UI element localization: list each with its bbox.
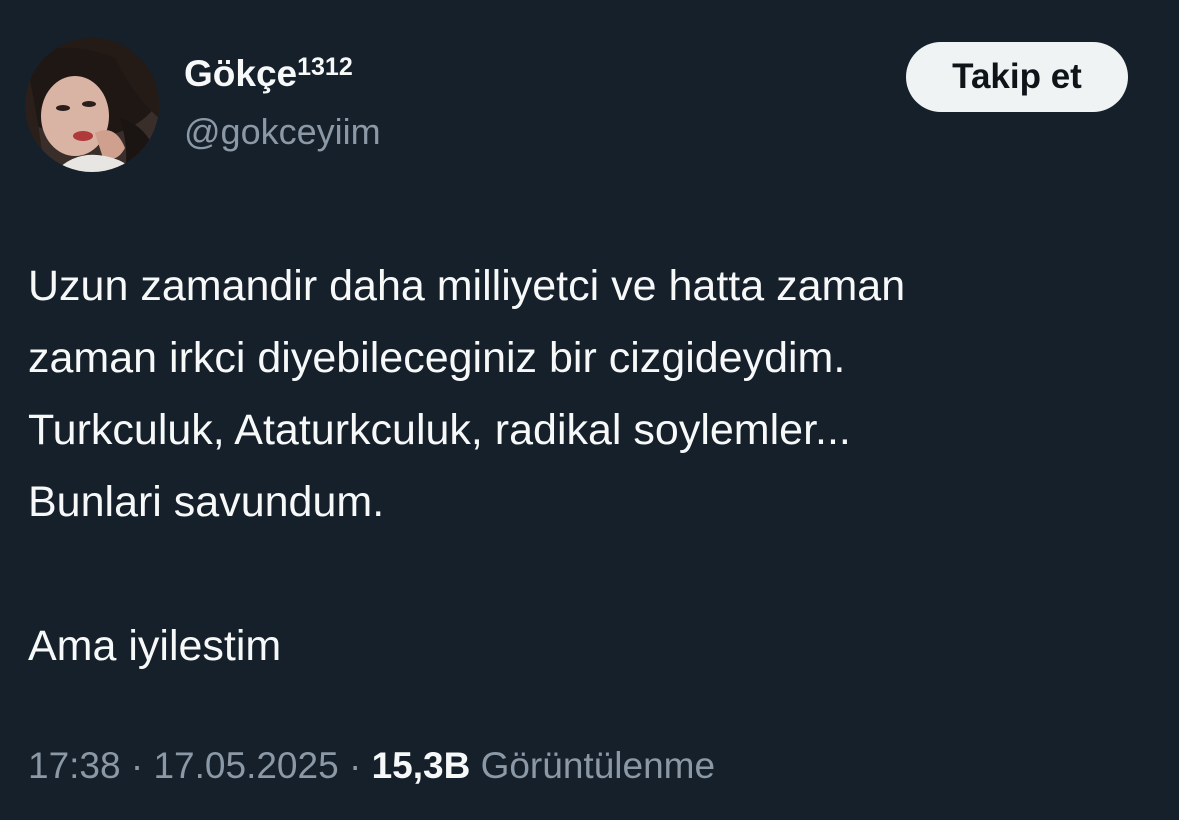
display-name-suffix: 1312: [297, 53, 353, 81]
avatar[interactable]: [25, 38, 159, 172]
tweet-date[interactable]: 17.05.2025: [153, 745, 338, 786]
tweet-text: Uzun zamandir daha milliyetci ve hatta z…: [28, 262, 906, 670]
display-name-text: Gökçe: [184, 53, 298, 94]
views-count[interactable]: 15,3B: [372, 745, 471, 786]
display-name[interactable]: Gökçe1312: [184, 52, 353, 100]
follow-button[interactable]: Takip et: [906, 42, 1128, 112]
meta-separator: ·: [130, 745, 144, 786]
user-handle[interactable]: @gokceyiim: [184, 110, 381, 154]
meta-separator: ·: [348, 745, 362, 786]
views-label[interactable]: Görüntülenme: [481, 745, 715, 786]
avatar-image: [25, 38, 159, 172]
tweet-card: Gökçe1312 @gokceyiim Takip et Uzun zaman…: [0, 0, 1179, 820]
tweet-time[interactable]: 17:38: [28, 745, 121, 786]
tweet-meta: 17:38 · 17.05.2025 · 15,3B Görüntülenme: [28, 740, 715, 792]
